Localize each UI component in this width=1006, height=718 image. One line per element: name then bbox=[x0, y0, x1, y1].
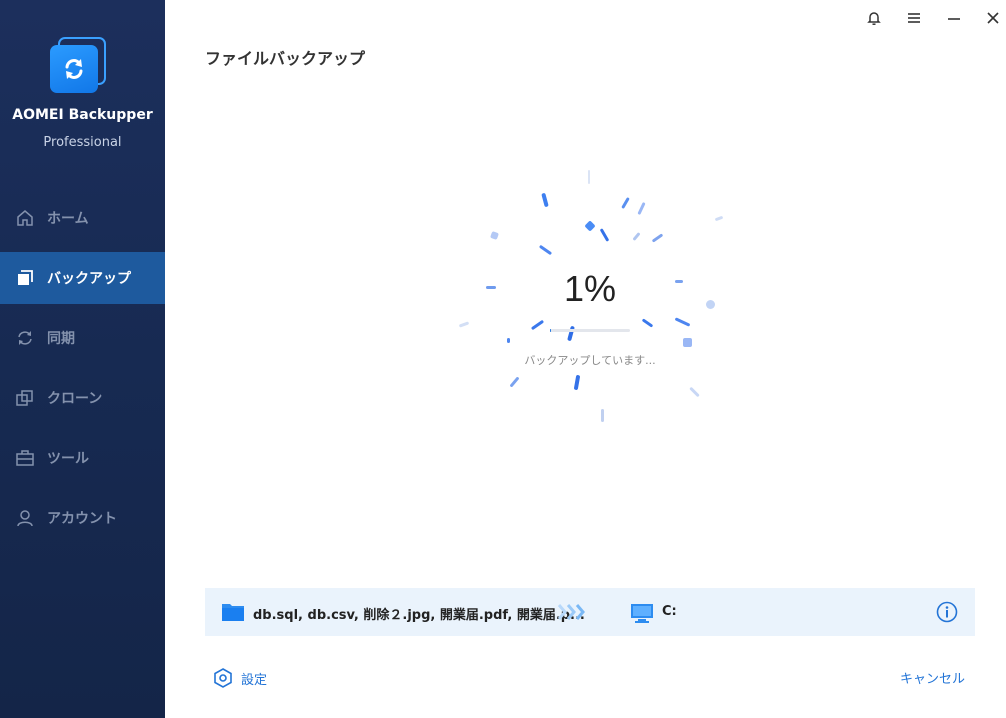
progress-area: 1% バックアップしています... bbox=[440, 160, 740, 430]
particle bbox=[621, 197, 630, 209]
destination-drive: C: bbox=[662, 604, 677, 619]
particle bbox=[509, 376, 520, 388]
particle bbox=[637, 201, 646, 216]
sync-icon bbox=[15, 328, 35, 348]
particle bbox=[458, 321, 470, 328]
sidebar-item-sync[interactable]: 同期 bbox=[0, 312, 165, 364]
sidebar-item-account[interactable]: アカウント bbox=[0, 492, 165, 544]
particle bbox=[683, 338, 692, 347]
particle bbox=[573, 374, 581, 391]
particle bbox=[601, 409, 604, 422]
page-title: ファイルバックアップ bbox=[205, 49, 366, 68]
app-logo bbox=[50, 37, 108, 95]
menu-button[interactable] bbox=[902, 6, 926, 30]
app-name: AOMEI Backupper bbox=[12, 107, 153, 123]
chevrons-right-icon bbox=[557, 604, 585, 620]
info-icon[interactable] bbox=[936, 601, 958, 623]
settings-label: 設定 bbox=[241, 672, 268, 688]
sidebar-item-home[interactable]: ホーム bbox=[0, 192, 165, 244]
particle bbox=[641, 318, 654, 328]
particle bbox=[538, 244, 553, 256]
sidebar-item-label: ツール bbox=[47, 451, 89, 467]
backup-path-bar: db.sql, db.csv, 削除２.jpg, 開業届.pdf, 開業届.p.… bbox=[205, 588, 975, 636]
particle bbox=[689, 386, 700, 398]
sidebar: AOMEI Backupper Professional ホーム バックアップ … bbox=[0, 0, 165, 718]
particle bbox=[599, 228, 610, 242]
progress-bar bbox=[550, 329, 630, 332]
sidebar-item-clone[interactable]: クローン bbox=[0, 372, 165, 424]
folder-icon bbox=[222, 604, 244, 621]
particle bbox=[632, 232, 641, 241]
sidebar-item-label: アカウント bbox=[47, 511, 117, 527]
close-button[interactable] bbox=[981, 6, 1005, 30]
particle bbox=[530, 319, 545, 331]
particle bbox=[651, 233, 664, 243]
particle bbox=[674, 317, 691, 327]
sidebar-item-label: バックアップ bbox=[47, 271, 131, 287]
home-icon bbox=[15, 208, 35, 228]
sidebar-item-backup[interactable]: バックアップ bbox=[0, 252, 165, 304]
minimize-icon bbox=[948, 18, 960, 20]
toolbox-icon bbox=[15, 448, 35, 468]
sidebar-item-label: ホーム bbox=[47, 211, 89, 227]
hexagon-settings-icon bbox=[214, 668, 232, 688]
sidebar-item-label: クローン bbox=[47, 391, 103, 407]
app-edition: Professional bbox=[43, 135, 122, 150]
particle bbox=[490, 231, 499, 240]
clone-icon bbox=[15, 388, 35, 408]
minimize-button[interactable] bbox=[942, 6, 966, 30]
progress-status: バックアップしています... bbox=[524, 354, 656, 367]
cancel-button[interactable]: キャンセル bbox=[900, 668, 965, 687]
particle bbox=[584, 220, 596, 232]
particle bbox=[507, 338, 510, 343]
refresh-logo-icon bbox=[65, 59, 83, 79]
particle bbox=[714, 215, 724, 222]
monitor-icon bbox=[631, 604, 653, 623]
menu-icon bbox=[908, 13, 920, 23]
sidebar-item-tools[interactable]: ツール bbox=[0, 432, 165, 484]
particle bbox=[541, 192, 549, 208]
notification-button[interactable] bbox=[862, 6, 886, 30]
progress-percent: 1% bbox=[563, 268, 617, 309]
user-icon bbox=[15, 508, 35, 528]
source-files: db.sql, db.csv, 削除２.jpg, 開業届.pdf, 開業届.p.… bbox=[253, 608, 585, 623]
progress-bar-fill bbox=[550, 329, 551, 332]
settings-button[interactable]: 設定 bbox=[212, 666, 267, 690]
bell-icon bbox=[867, 12, 881, 25]
particle bbox=[588, 170, 590, 184]
backup-icon bbox=[15, 268, 35, 288]
close-icon bbox=[987, 12, 999, 24]
sidebar-item-label: 同期 bbox=[47, 331, 75, 347]
